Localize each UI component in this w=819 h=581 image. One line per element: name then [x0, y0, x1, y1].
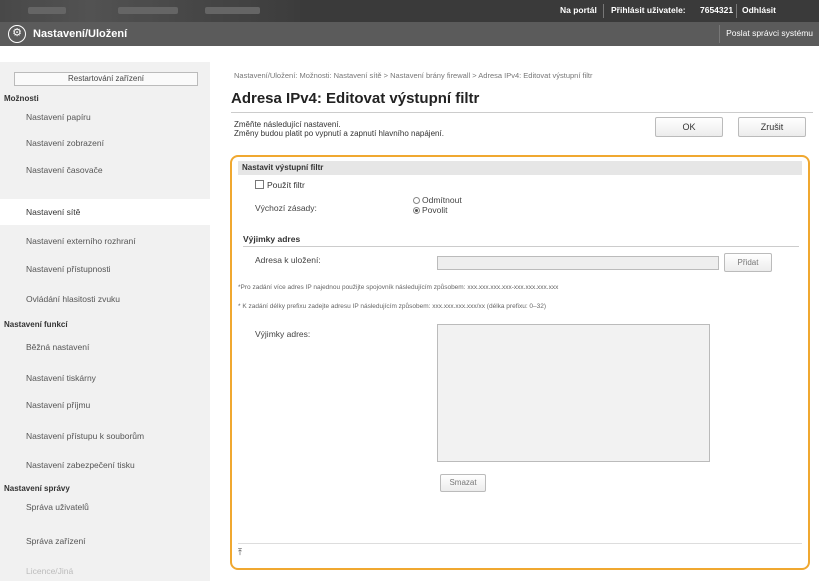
- prefix-hint: * K zadání délky prefixu zadejte adresu …: [238, 303, 547, 310]
- divider: [231, 112, 813, 113]
- page-header-title: Nastavení/Uložení: [33, 28, 128, 40]
- instruction-text: Změňte následující nastavení.: [234, 120, 341, 129]
- logout-link[interactable]: Odhlásit: [742, 5, 776, 15]
- divider: [238, 543, 802, 544]
- sidebar-item-volume[interactable]: Ovládání hlasitosti zvuku: [0, 286, 210, 312]
- restart-device-button[interactable]: Restartování zařízení: [14, 72, 198, 86]
- top-bar: Na portál Přihlásit uživatele: 7654321 O…: [0, 0, 819, 22]
- sidebar-section-management: Nastavení správy: [4, 484, 70, 493]
- policy-allow-radio[interactable]: [413, 207, 420, 214]
- cancel-button[interactable]: Zrušit: [738, 117, 806, 137]
- page-title: Adresa IPv4: Editovat výstupní filtr: [231, 90, 480, 107]
- tab-placeholder[interactable]: [118, 7, 178, 14]
- use-filter-label: Použít filtr: [267, 180, 305, 190]
- divider: [603, 4, 604, 18]
- sidebar-section-options: Možnosti: [4, 94, 39, 103]
- sidebar-item-print-security[interactable]: Nastavení zabezpečení tisku: [0, 452, 210, 478]
- output-filter-panel: Nastavit výstupní filtr Použít filtr Výc…: [230, 155, 810, 570]
- restart-notice: Změny budou platit po vypnutí a zapnutí …: [234, 129, 444, 138]
- breadcrumb: Nastavení/Uložení: Možnosti: Nastavení s…: [234, 71, 593, 80]
- sidebar: Restartování zařízení Možnosti Nastavení…: [0, 62, 210, 581]
- sidebar-item-display[interactable]: Nastavení zobrazení: [0, 130, 210, 156]
- sidebar-item-device-management[interactable]: Správa zařízení: [0, 528, 210, 554]
- settings-gear-icon: ⚙: [8, 25, 26, 43]
- sidebar-section-functions: Nastavení funkcí: [4, 320, 68, 329]
- panel-heading: Nastavit výstupní filtr: [238, 161, 802, 175]
- ok-button[interactable]: OK: [655, 117, 723, 137]
- range-hint: *Pro zadání více adres IP najednou použi…: [238, 284, 559, 291]
- sidebar-item-receive[interactable]: Nastavení příjmu: [0, 392, 210, 418]
- tab-placeholder[interactable]: [205, 7, 260, 14]
- policy-allow-label: Povolit: [422, 205, 448, 215]
- exceptions-list[interactable]: [437, 324, 710, 462]
- scroll-to-top-icon[interactable]: ⤒: [238, 548, 247, 557]
- exceptions-list-label: Výjimky adres:: [255, 329, 311, 339]
- default-policy-label: Výchozí zásady:: [255, 203, 317, 213]
- sidebar-item-external-interface[interactable]: Nastavení externího rozhraní: [0, 228, 210, 254]
- policy-reject-label: Odmítnout: [422, 195, 462, 205]
- address-to-save-label: Adresa k uložení:: [255, 255, 321, 265]
- sidebar-item-network[interactable]: Nastavení sítě: [0, 199, 210, 225]
- use-filter-checkbox[interactable]: [255, 180, 264, 189]
- user-label: Přihlásit uživatele:: [611, 5, 686, 15]
- mail-to-admin-link[interactable]: Poslat správci systému: [719, 25, 819, 43]
- browser-tabs: [0, 0, 300, 22]
- sidebar-item-file-access[interactable]: Nastavení přístupu k souborům: [0, 423, 210, 449]
- sidebar-item-license[interactable]: Licence/Jiná: [0, 558, 210, 581]
- sidebar-item-common[interactable]: Běžná nastavení: [0, 334, 210, 360]
- delete-button[interactable]: Smazat: [440, 474, 486, 492]
- policy-reject-radio[interactable]: [413, 197, 420, 204]
- header-bar: ⚙ Nastavení/Uložení Poslat správci systé…: [0, 22, 819, 46]
- add-button[interactable]: Přidat: [724, 253, 772, 272]
- sidebar-item-accessibility[interactable]: Nastavení přístupnosti: [0, 256, 210, 282]
- sidebar-item-user-management[interactable]: Správa uživatelů: [0, 494, 210, 520]
- sidebar-item-printer[interactable]: Nastavení tiskárny: [0, 365, 210, 391]
- address-input[interactable]: [437, 256, 719, 270]
- portal-link[interactable]: Na portál: [560, 5, 597, 15]
- user-id: 7654321: [700, 5, 734, 15]
- divider: [736, 4, 737, 18]
- exceptions-heading: Výjimky adres: [243, 234, 301, 244]
- sidebar-item-paper[interactable]: Nastavení papíru: [0, 104, 210, 130]
- tab-placeholder[interactable]: [28, 7, 66, 14]
- main-content: Nastavení/Uložení: Možnosti: Nastavení s…: [210, 62, 819, 581]
- divider: [243, 246, 799, 247]
- sidebar-item-timer[interactable]: Nastavení časovače: [0, 157, 210, 183]
